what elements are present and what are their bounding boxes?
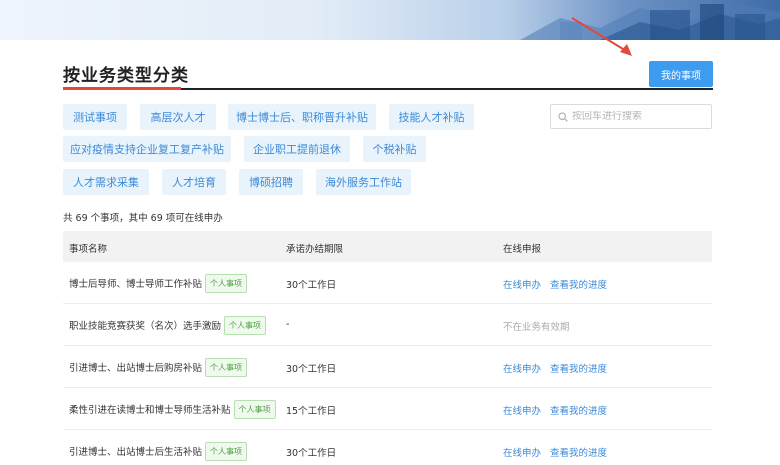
deadline-value: 15个工作日: [286, 406, 337, 417]
items-summary: 共 69 个事项，其中 69 项可在线申办: [63, 213, 223, 224]
header-banner: [0, 0, 780, 40]
category-phd-master-recruitment[interactable]: 博硕招聘: [239, 169, 303, 195]
apply-online-link[interactable]: 在线申办: [503, 361, 541, 375]
header-item-name: 事项名称: [69, 244, 108, 255]
category-skilled-talent-subsidy[interactable]: 技能人才补贴: [389, 104, 474, 130]
item-name: 职业技能竞赛获奖（名次）选手激励: [69, 321, 222, 332]
category-high-level-talent[interactable]: 高层次人才: [140, 104, 216, 130]
deadline-value: 30个工作日: [286, 280, 337, 291]
category-early-retirement[interactable]: 企业职工提前退休: [244, 136, 350, 162]
category-test[interactable]: 测试事项: [63, 104, 127, 130]
search-input[interactable]: [572, 111, 702, 122]
apply-online-link[interactable]: 在线申办: [503, 277, 541, 291]
apply-online-link[interactable]: 在线申办: [503, 403, 541, 417]
category-tax-subsidy[interactable]: 个税补贴: [363, 136, 426, 162]
red-arrow-annotation: [571, 17, 632, 56]
table-row: 职业技能竞赛获奖（名次）选手激励 个人事项 - 不在业务有效期: [63, 304, 712, 346]
page-title: 按业务类型分类: [63, 66, 189, 86]
item-name-cell: 博士后导师、博士导师工作补贴 个人事项: [69, 262, 248, 304]
table-row: 引进博士、出站博士后购房补贴 个人事项 30个工作日 在线申办 查看我的进度: [63, 346, 712, 388]
personal-item-badge: 个人事项: [205, 441, 248, 461]
item-name-cell: 引进博士、出站博士后生活补贴 个人事项: [69, 430, 248, 465]
category-talent-demand[interactable]: 人才需求采集: [63, 169, 149, 195]
item-name: 柔性引进在读博士和博士导师生活补贴: [69, 405, 231, 416]
item-name-cell: 柔性引进在读博士和博士导师生活补贴 个人事项: [69, 388, 276, 430]
table-row: 引进博士、出站博士后生活补贴 个人事项 30个工作日 在线申办 查看我的进度: [63, 430, 712, 465]
item-name: 博士后导师、博士导师工作补贴: [69, 279, 203, 290]
category-epidemic-resumption[interactable]: 应对疫情支持企业复工复产补贴: [63, 136, 231, 162]
search-icon: [558, 111, 568, 122]
view-progress-link[interactable]: 查看我的进度: [550, 277, 607, 291]
personal-item-badge: 个人事项: [233, 399, 276, 419]
table-row: 博士后导师、博士导师工作补贴 个人事项 30个工作日 在线申办 查看我的进度: [63, 262, 712, 304]
header-online-apply: 在线申报: [503, 244, 542, 255]
item-name-cell: 职业技能竞赛获奖（名次）选手激励 个人事项: [69, 304, 267, 346]
search-box[interactable]: [550, 104, 712, 129]
table-row: 柔性引进在读博士和博士导师生活补贴 个人事项 15个工作日 在线申办 查看我的进…: [63, 388, 712, 430]
banner-image: [520, 4, 780, 40]
deadline-value: 30个工作日: [286, 448, 337, 459]
apply-online-link[interactable]: 在线申办: [503, 445, 541, 459]
category-talent-cultivation[interactable]: 人才培育: [162, 169, 226, 195]
view-progress-link[interactable]: 查看我的进度: [550, 361, 607, 375]
personal-item-badge: 个人事项: [224, 315, 267, 335]
header-deadline: 承诺办结期限: [286, 244, 344, 255]
table-header: 事项名称 承诺办结期限 在线申报: [63, 231, 712, 262]
category-overseas-workstation[interactable]: 海外服务工作站: [316, 169, 411, 195]
item-name-cell: 引进博士、出站博士后购房补贴 个人事项: [69, 346, 248, 388]
my-items-button[interactable]: 我的事项: [649, 61, 713, 87]
personal-item-badge: 个人事项: [205, 357, 248, 377]
deadline-value: 30个工作日: [286, 364, 337, 375]
item-name: 引进博士、出站博士后生活补贴: [69, 447, 203, 458]
title-accent-underline: [63, 87, 181, 90]
category-phd-postdoc-subsidy[interactable]: 博士博士后、职称晋升补贴: [228, 104, 376, 130]
item-name: 引进博士、出站博士后购房补贴: [69, 363, 203, 374]
view-progress-link[interactable]: 查看我的进度: [550, 445, 607, 459]
deadline-value: -: [286, 319, 290, 330]
out-of-period-status: 不在业务有效期: [503, 322, 570, 333]
personal-item-badge: 个人事项: [205, 273, 248, 293]
view-progress-link[interactable]: 查看我的进度: [550, 403, 607, 417]
